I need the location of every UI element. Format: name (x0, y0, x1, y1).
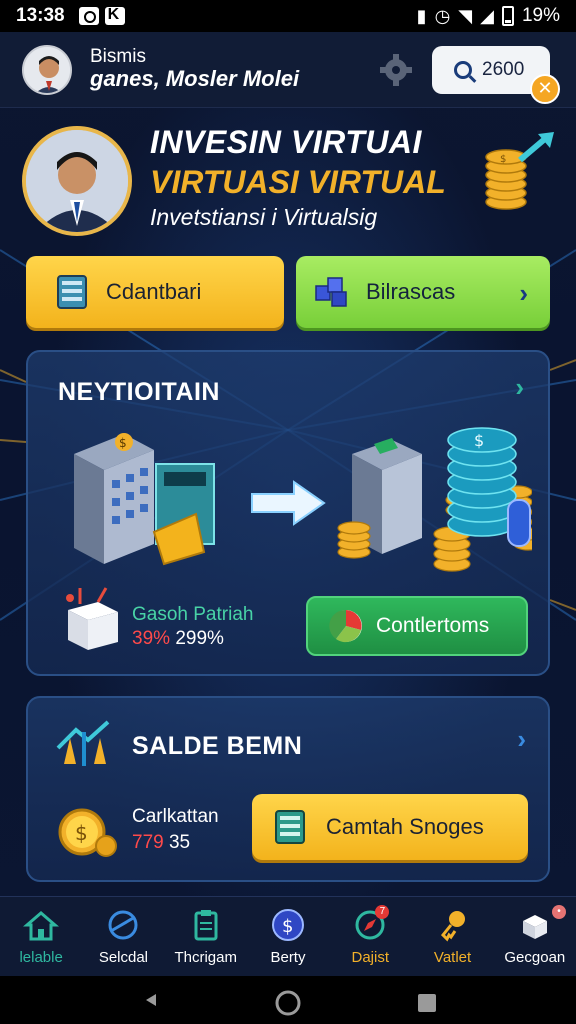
header-username: ganes, Mosler Molei (90, 66, 300, 91)
recents-icon (418, 994, 436, 1012)
investment-stat-white: 299% (175, 628, 224, 649)
balance-scale-icon (56, 720, 110, 766)
dollar-coin-icon: $ (271, 909, 304, 941)
contlertoms-label: Contlertoms (376, 614, 490, 637)
businessman-portrait (26, 130, 128, 232)
investment-stat-red: 39% (132, 628, 171, 649)
battery-percent: 19% (521, 5, 560, 26)
cubes-icon (315, 277, 347, 307)
app-screen: 13:38 ▮ ◷ ◥ ◢ 19% Bismis ganes, Mosler M… (0, 0, 576, 1024)
nav-label-dajist: Dajist (351, 949, 390, 966)
nav-label-lelable: lelable (19, 949, 63, 966)
balance-stat-label: Carlkattan (132, 806, 219, 827)
gear-icon (380, 54, 412, 86)
camtah-snoges-label: Camtah Snoges (326, 814, 484, 839)
office-buildings-icon: $ (74, 433, 215, 566)
pie-chart-icon (329, 609, 362, 643)
nav-label-selcdal: Selcdal (98, 949, 149, 966)
primary-action-button[interactable]: Cdantbari (26, 256, 284, 328)
investment-stat-values: 39% 299% (132, 628, 224, 650)
home-icon (23, 911, 60, 941)
nav-label-gecgoan: Gecgoan (504, 949, 566, 966)
server-icon (275, 810, 305, 844)
search-icon (454, 61, 472, 79)
coins-growth-icon: $ (337, 427, 532, 572)
arrow-right-icon (251, 480, 326, 526)
svg-text:$: $ (119, 436, 127, 450)
secondary-action-button[interactable]: Bilrascas › (296, 256, 550, 328)
chevron-right-icon[interactable]: › (517, 724, 526, 755)
settings-button[interactable] (378, 52, 414, 88)
header-text: Bismis ganes, Mosler Molei (90, 46, 299, 90)
system-nav-icons (146, 990, 436, 1016)
balance-stat-values: 779 35 (132, 832, 190, 854)
back-icon (146, 994, 156, 1006)
hero-title-line2: VIRTUASI VIRTUAL (150, 164, 446, 200)
svg-text:$: $ (474, 431, 484, 450)
app-k-icon (104, 6, 125, 25)
coin-badge-icon[interactable]: ✕ (530, 74, 560, 104)
nav-item-berty[interactable]: $ Berty (247, 897, 329, 976)
contlertoms-button[interactable]: Contlertoms (306, 596, 528, 656)
key-icon (440, 911, 465, 942)
nav-label-berty: Berty (270, 949, 306, 966)
gold-coin-gear-icon: $ (58, 808, 117, 857)
vibrate-icon: ▮ (416, 5, 427, 26)
nav-item-lelable[interactable]: lelable (0, 897, 82, 976)
notification-badge: • (551, 905, 566, 919)
status-time: 13:38 (16, 5, 65, 26)
primary-action-label: Cdantbari (106, 279, 202, 304)
system-navigation-bar (0, 976, 576, 1024)
bottom-navigation: lelable Selcdal Thcrigam $ Berty 7 Dajis… (0, 896, 576, 976)
server-icon (57, 275, 87, 309)
nav-item-thcrigam[interactable]: Thcrigam (165, 897, 247, 976)
profile-avatar[interactable] (22, 45, 72, 95)
nav-item-vatlet[interactable]: Vatlet (411, 897, 493, 976)
svg-text:$: $ (500, 154, 506, 165)
svg-text:$: $ (75, 821, 88, 845)
nav-label-thcrigam: Thcrigam (174, 949, 237, 966)
svg-text:$: $ (282, 916, 293, 937)
coin-value: 2600 (482, 59, 525, 80)
nav-item-selcdal[interactable]: Selcdal (82, 897, 164, 976)
signal-icon: ◢ (480, 5, 494, 26)
coin-stack-arrow-icon: $ (485, 132, 554, 210)
secondary-action-label: Bilrascas (366, 279, 456, 304)
nav-label-vatlet: Vatlet (433, 949, 472, 966)
box-icon (522, 915, 547, 939)
balance-stat-white: 35 (168, 832, 191, 853)
wifi-icon: ◥ (458, 5, 473, 26)
alarm-icon: ◷ (434, 5, 451, 26)
notification-icon (78, 7, 99, 25)
chevron-right-icon[interactable]: › (515, 372, 524, 403)
hero-avatar (22, 126, 132, 236)
investment-stat-label: Gasoh Patriah (132, 604, 254, 625)
investment-card-title: NEYTIOITAIN (58, 378, 220, 406)
clipboard-icon (194, 910, 218, 941)
header-greeting: Bismis (90, 46, 146, 67)
nav-item-gecgoan[interactable]: • Gecgoan (494, 897, 576, 976)
balance-stat-red: 779 (132, 832, 164, 853)
hero-title-line1: INVESIN VIRTUAI (150, 124, 422, 160)
nav-item-dajist[interactable]: 7 Dajist (329, 897, 411, 976)
status-bar: 13:38 ▮ ◷ ◥ ◢ 19% (0, 0, 576, 32)
battery-icon (501, 6, 514, 26)
ballot-box-icon (66, 587, 118, 650)
globe-icon (108, 910, 138, 940)
status-right: ▮ ◷ ◥ ◢ 19% (417, 5, 560, 27)
balance-card-title: SALDE BEMN (132, 732, 303, 760)
home-circle-icon (275, 990, 301, 1016)
camtah-snoges-button[interactable]: Camtah Snoges (252, 794, 528, 860)
person-icon (24, 47, 70, 93)
hero-subtitle: Invetstiansi i Virtualsig (150, 204, 378, 230)
app-header: Bismis ganes, Mosler Molei 2600 ✕ (0, 32, 576, 108)
chevron-right-icon: › (519, 278, 528, 308)
